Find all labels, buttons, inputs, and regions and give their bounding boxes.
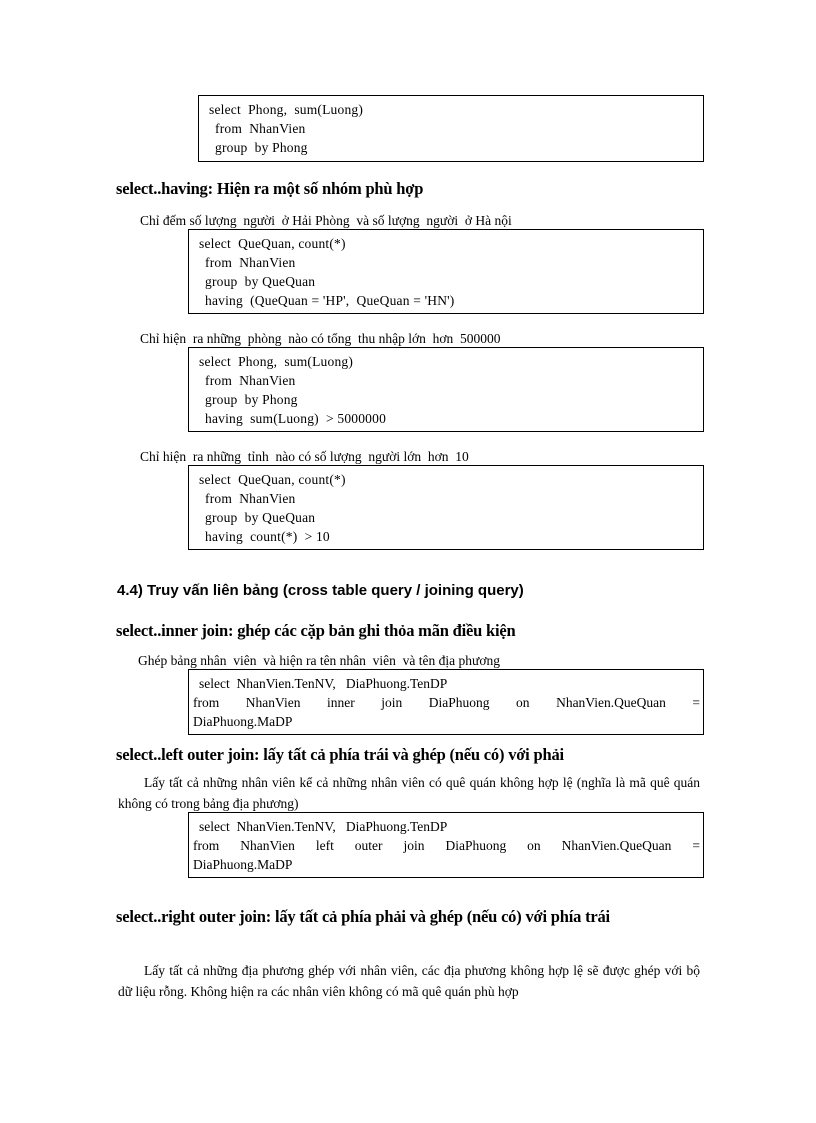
code-line: from NhanVien inner join DiaPhuong on Nh… [193, 695, 700, 710]
code-line: from NhanVien [205, 491, 296, 506]
heading-select-right-outer-join: select..right outer join: lấy tất cả phí… [116, 907, 610, 926]
code-line: from NhanVien [205, 373, 296, 388]
code-line: having sum(Luong) > 5000000 [205, 411, 387, 426]
code-line: DiaPhuong.MaDP [193, 857, 293, 872]
code-line: DiaPhuong.MaDP [193, 714, 293, 729]
code-box-group-by: select Phong, sum(Luong) from NhanVien g… [198, 95, 704, 162]
code-line: from NhanVien [215, 121, 306, 136]
code-box-having-sum-luong: select Phong, sum(Luong) from NhanVien g… [188, 347, 704, 432]
code-box-having-count: select QueQuan, count(*) from NhanVien g… [188, 465, 704, 550]
code-line: select NhanVien.TenNV, DiaPhuong.TenDP [199, 676, 448, 691]
code-line: group by Phong [205, 392, 298, 407]
code-line: select QueQuan, count(*) [199, 236, 346, 251]
code-line: select Phong, sum(Luong) [209, 102, 364, 117]
caption-having-3: Chỉ hiện ra những tỉnh nào có số lượng n… [140, 449, 469, 464]
code-box-left-outer-join: select NhanVien.TenNV, DiaPhuong.TenDP f… [188, 812, 704, 878]
code-line: group by QueQuan [205, 274, 316, 289]
code-line: select QueQuan, count(*) [199, 472, 346, 487]
caption-having-2: Chỉ hiện ra những phòng nào có tổng thu … [140, 331, 501, 346]
code-box-having-quequan: select QueQuan, count(*) from NhanVien g… [188, 229, 704, 314]
code-box-inner-join: select NhanVien.TenNV, DiaPhuong.TenDP f… [188, 669, 704, 735]
caption-inner-join: Ghép bảng nhân viên và hiện ra tên nhân … [138, 653, 500, 668]
code-line: select Phong, sum(Luong) [199, 354, 354, 369]
code-line: having (QueQuan = 'HP', QueQuan = 'HN') [205, 293, 455, 308]
code-line: from NhanVien [205, 255, 296, 270]
heading-select-left-outer-join: select..left outer join: lấy tất cả phía… [116, 745, 564, 764]
code-line: having count(*) > 10 [205, 529, 330, 544]
paragraph-right-outer-join: Lấy tất cả những địa phương ghép với nhâ… [118, 963, 700, 999]
code-line: select NhanVien.TenNV, DiaPhuong.TenDP [199, 819, 448, 834]
code-line: from NhanVien left outer join DiaPhuong … [193, 838, 700, 853]
heading-select-inner-join: select..inner join: ghép các cặp bản ghi… [116, 621, 516, 640]
document-page: select Phong, sum(Luong) from NhanVien g… [0, 0, 816, 1123]
heading-section-4-4: 4.4) Truy vấn liên bảng (cross table que… [117, 582, 524, 599]
heading-select-having: select..having: Hiện ra một số nhóm phù … [116, 179, 424, 198]
caption-having-1: Chỉ đếm số lượng người ở Hải Phòng và số… [140, 213, 512, 228]
code-line: group by QueQuan [205, 510, 316, 525]
code-line: group by Phong [215, 140, 308, 155]
paragraph-left-outer-join: Lấy tất cả những nhân viên kể cả những n… [118, 775, 700, 811]
